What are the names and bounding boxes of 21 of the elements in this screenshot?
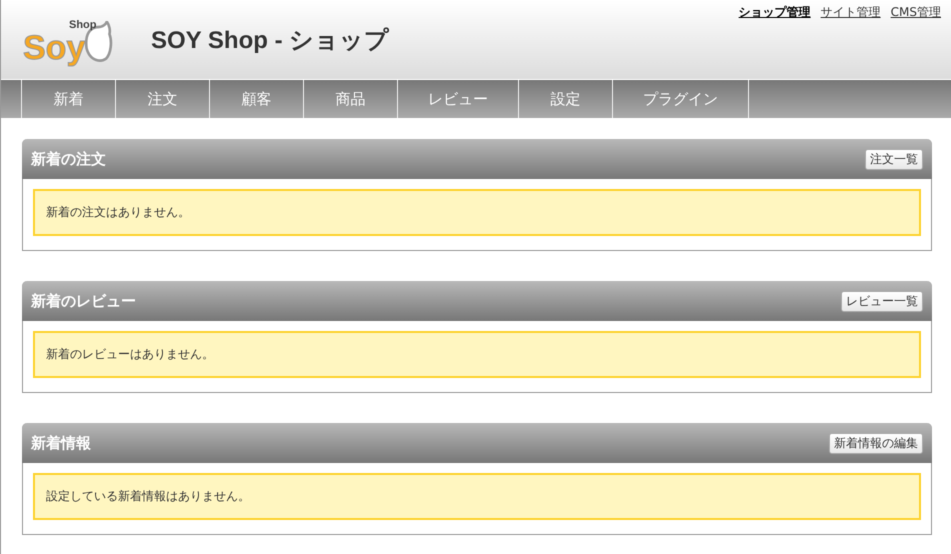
panel-title: 新着のレビュー: [31, 292, 136, 310]
header-link[interactable]: CMS管理: [890, 4, 941, 21]
panel-title: 新着情報: [31, 434, 91, 452]
header-link[interactable]: サイト管理: [820, 4, 881, 21]
panel-title: 新着の注文: [31, 150, 106, 168]
notice-message: 新着のレビューはありません。: [33, 331, 921, 378]
nav-tab[interactable]: レビュー: [397, 80, 518, 118]
nav-tab[interactable]: 設定: [518, 80, 612, 118]
nav-tab[interactable]: 商品: [303, 80, 397, 118]
nav-tab[interactable]: 注文: [115, 80, 209, 118]
list-button[interactable]: 注文一覧: [865, 148, 923, 170]
nav-tab[interactable]: プラグイン: [612, 80, 749, 118]
list-button[interactable]: レビュー一覧: [841, 290, 923, 312]
nav-tab[interactable]: 新着: [21, 80, 115, 118]
nav-tab[interactable]: 顧客: [209, 80, 303, 118]
logo: Shop Soy: [23, 14, 123, 64]
header-link[interactable]: ショップ管理: [738, 4, 811, 21]
list-button[interactable]: 新着情報の編集: [829, 432, 923, 454]
page-title: SOY Shop - ショップ: [151, 26, 390, 56]
notice-message: 新着の注文はありません。: [33, 189, 921, 236]
notice-message: 設定している新着情報はありません。: [33, 473, 921, 520]
